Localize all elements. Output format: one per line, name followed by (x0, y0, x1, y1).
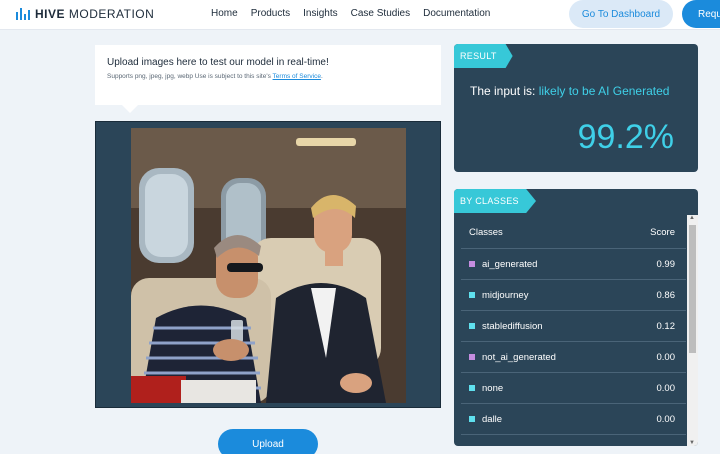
class-color-swatch (469, 416, 475, 422)
class-row-dalle: dalle 0.00 (461, 404, 686, 435)
class-row-midjourney: midjourney 0.86 (461, 280, 686, 311)
result-panel: RESULT The input is: likely to be AI Gen… (454, 44, 698, 172)
class-name: dalle (482, 413, 503, 425)
uploaded-photo (131, 128, 406, 403)
logo-rest: MODERATION (68, 7, 155, 21)
logo-text: HIVE MODERATION (35, 7, 154, 21)
classes-table: Classes Score ai_generated 0.99 midjourney… (461, 217, 686, 435)
nav-products[interactable]: Products (251, 8, 290, 19)
image-preview-frame[interactable] (95, 121, 441, 408)
result-text: The input is: likely to be AI Generated (470, 84, 669, 98)
class-name: not_ai_generated (482, 351, 556, 363)
class-color-swatch (469, 354, 475, 360)
class-score: 0.99 (656, 258, 676, 270)
result-verdict: likely to be AI Generated (538, 84, 670, 98)
classes-column-header: Classes (469, 227, 503, 238)
classes-rows: ai_generated 0.99 midjourney 0.86 stablediff… (461, 249, 686, 435)
class-color-swatch (469, 385, 475, 391)
class-row-not-ai-generated: not_ai_generated 0.00 (461, 342, 686, 373)
request-demo-button[interactable]: Requ (682, 0, 720, 28)
result-prefix: The input is: (470, 84, 539, 98)
uploaded-photo-illustration (131, 128, 406, 403)
score-column-header: Score (650, 227, 675, 238)
upload-subtitle: Supports png, jpeg, jpg, webp Use is sub… (107, 73, 429, 80)
top-navbar: HIVE MODERATION Home Products Insights C… (0, 0, 720, 30)
by-classes-tab: BY CLASSES (454, 189, 536, 213)
class-score: 0.12 (656, 320, 676, 332)
class-color-swatch (469, 323, 475, 329)
classes-panel: BY CLASSES Classes Score ai_generated 0.9… (454, 189, 698, 446)
main-nav: Home Products Insights Case Studies Docu… (211, 8, 503, 19)
upload-instructions-card: Upload images here to test our model in … (95, 45, 441, 113)
terms-of-service-link[interactable]: Terms of Service (273, 73, 321, 80)
hive-logo[interactable]: HIVE MODERATION (16, 7, 154, 21)
classes-scrollbar[interactable]: ▲ ▼ (687, 215, 698, 446)
hive-logo-icon (16, 8, 30, 20)
class-score: 0.00 (656, 351, 676, 363)
class-name-cell: dalle (469, 414, 502, 425)
class-row-stablediffusion: stablediffusion 0.12 (461, 311, 686, 342)
result-tab: RESULT (454, 44, 513, 68)
class-row-none: none 0.00 (461, 373, 686, 404)
class-name: none (482, 382, 504, 394)
class-color-swatch (469, 292, 475, 298)
class-color-swatch (469, 261, 475, 267)
class-row-ai-generated: ai_generated 0.99 (461, 249, 686, 280)
class-name: midjourney (482, 289, 529, 301)
scroll-down-icon[interactable]: ▼ (689, 440, 695, 446)
class-name-cell: ai_generated (469, 259, 537, 270)
upload-title: Upload images here to test our model in … (107, 57, 329, 68)
scroll-thumb[interactable] (689, 225, 696, 353)
result-score: 99.2% (577, 118, 674, 156)
nav-documentation[interactable]: Documentation (423, 8, 490, 19)
class-name-cell: none (469, 383, 503, 394)
nav-case-studies[interactable]: Case Studies (351, 8, 410, 19)
class-name: stablediffusion (482, 320, 543, 332)
class-score: 0.00 (656, 413, 676, 425)
class-name-cell: not_ai_generated (469, 352, 556, 363)
class-name-cell: midjourney (469, 290, 528, 301)
logo-bold: HIVE (35, 7, 66, 21)
nav-home[interactable]: Home (211, 8, 238, 19)
terms-suffix: . (320, 73, 323, 80)
class-name-cell: stablediffusion (469, 321, 543, 332)
nav-insights[interactable]: Insights (303, 8, 337, 19)
upload-button[interactable]: Upload (218, 429, 318, 454)
go-to-dashboard-button[interactable]: Go To Dashboard (569, 0, 673, 28)
classes-table-header: Classes Score (461, 217, 686, 249)
class-score: 0.00 (656, 382, 676, 394)
class-score: 0.86 (656, 289, 676, 301)
scroll-up-icon[interactable]: ▲ (689, 215, 695, 221)
upload-subtitle-text: Supports png, jpeg, jpg, webp Use is sub… (107, 73, 271, 80)
class-name: ai_generated (482, 258, 538, 270)
